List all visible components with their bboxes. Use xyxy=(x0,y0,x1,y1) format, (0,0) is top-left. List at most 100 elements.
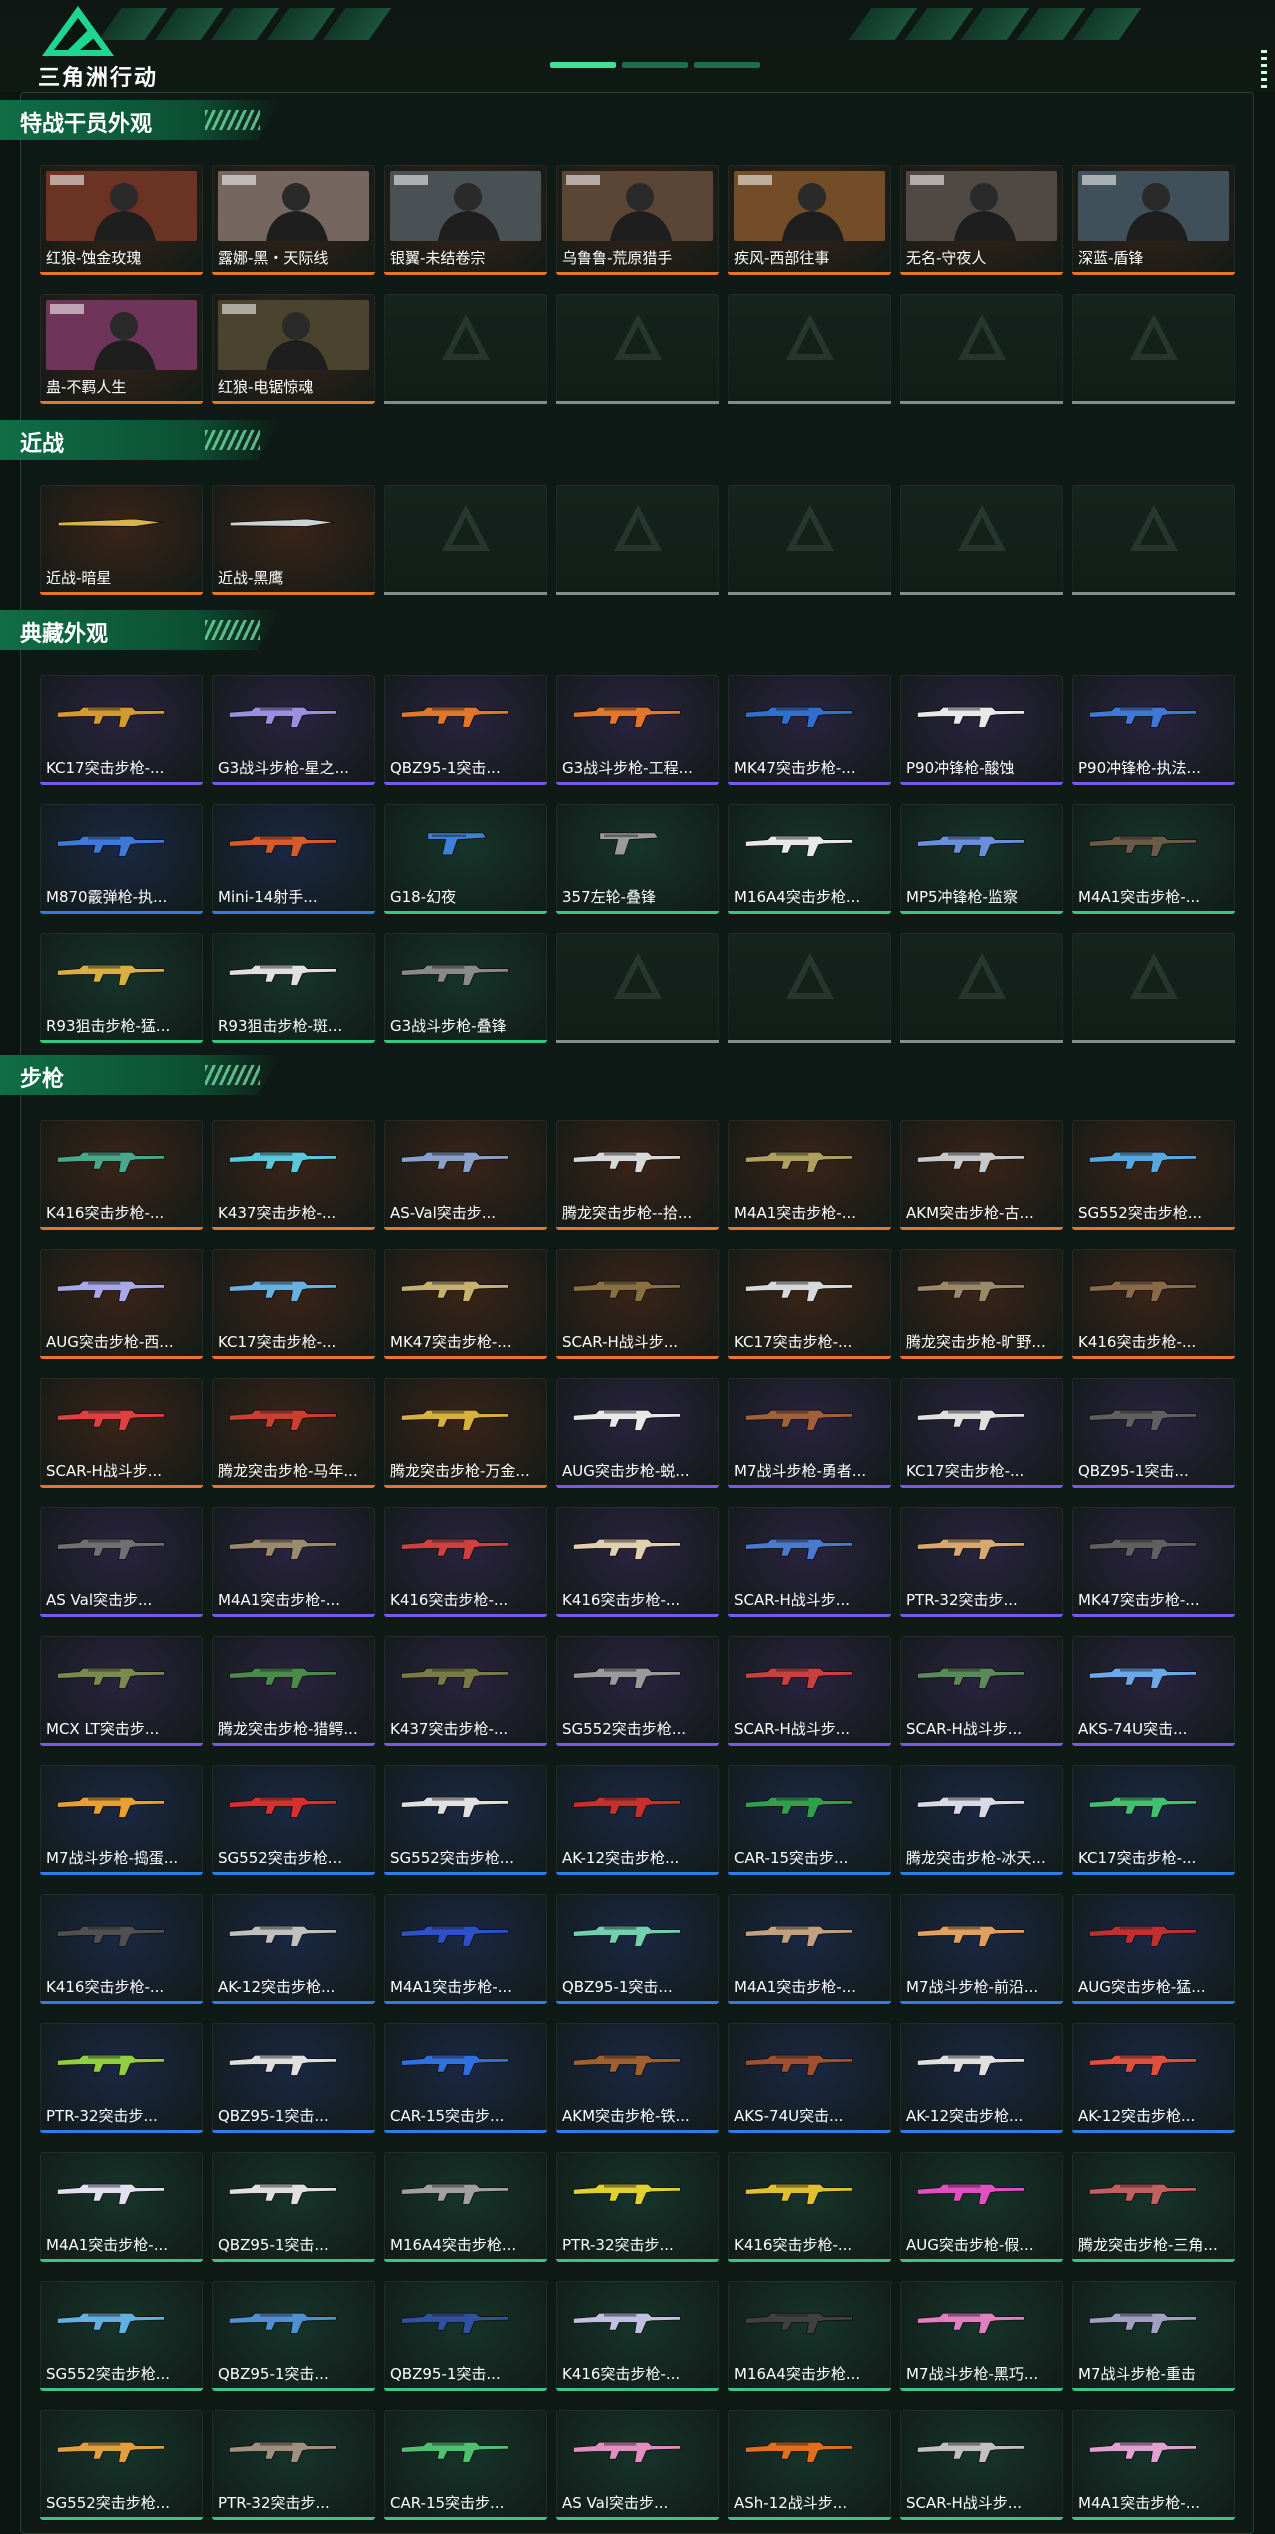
item-card[interactable]: SCAR-H战斗步... xyxy=(900,2410,1063,2520)
item-card[interactable]: 腾龙突击步枪-万金... xyxy=(384,1378,547,1488)
item-card[interactable]: M7战斗步枪-黑巧... xyxy=(900,2281,1063,2391)
item-card[interactable]: SCAR-H战斗步... xyxy=(40,1378,203,1488)
item-card[interactable]: 腾龙突击步枪-旷野... xyxy=(900,1249,1063,1359)
item-card[interactable]: 腾龙突击步枪--拾... xyxy=(556,1120,719,1230)
item-card[interactable]: K416突击步枪-... xyxy=(556,2281,719,2391)
item-card[interactable]: 露娜-黑・天际线 xyxy=(212,165,375,275)
item-card[interactable]: M7战斗步枪-前沿... xyxy=(900,1894,1063,2004)
item-card[interactable]: AS Val突击步... xyxy=(556,2410,719,2520)
item-card[interactable]: KC17突击步枪-... xyxy=(728,1249,891,1359)
item-card[interactable]: M7战斗步枪-重击 xyxy=(1072,2281,1235,2391)
item-card[interactable]: P90冲锋枪-酸蚀 xyxy=(900,675,1063,785)
item-card[interactable]: QBZ95-1突击... xyxy=(212,2281,375,2391)
item-card[interactable]: 红狼-蚀金玫瑰 xyxy=(40,165,203,275)
item-card[interactable]: M4A1突击步枪-... xyxy=(384,1894,547,2004)
item-card[interactable]: SCAR-H战斗步... xyxy=(728,1507,891,1617)
item-card[interactable]: M7战斗步枪-勇者... xyxy=(728,1378,891,1488)
item-card[interactable]: MK47突击步枪-... xyxy=(1072,1507,1235,1617)
item-card[interactable]: K416突击步枪-... xyxy=(40,1120,203,1230)
item-card[interactable]: 腾龙突击步枪-猎鳄... xyxy=(212,1636,375,1746)
item-card[interactable]: M4A1突击步枪-... xyxy=(1072,2410,1235,2520)
item-card[interactable]: QBZ95-1突击... xyxy=(212,2023,375,2133)
item-card[interactable]: MP5冲锋枪-监察 xyxy=(900,804,1063,914)
item-card[interactable]: 腾龙突击步枪-三角... xyxy=(1072,2152,1235,2262)
item-card[interactable]: PTR-32突击步... xyxy=(40,2023,203,2133)
item-card[interactable]: AK-12突击步枪... xyxy=(556,1765,719,1875)
item-card[interactable]: CAR-15突击步... xyxy=(384,2023,547,2133)
item-card[interactable]: K437突击步枪-... xyxy=(384,1636,547,1746)
item-card[interactable]: AS Val突击步... xyxy=(40,1507,203,1617)
item-card[interactable]: SCAR-H战斗步... xyxy=(900,1636,1063,1746)
item-card[interactable]: 银翼-未结卷宗 xyxy=(384,165,547,275)
item-card[interactable]: M4A1突击步枪-... xyxy=(40,2152,203,2262)
item-card[interactable]: 腾龙突击步枪-冰天... xyxy=(900,1765,1063,1875)
item-card[interactable]: M16A4突击步枪... xyxy=(384,2152,547,2262)
item-card[interactable]: P90冲锋枪-执法... xyxy=(1072,675,1235,785)
item-card[interactable]: KC17突击步枪-... xyxy=(40,675,203,785)
item-card[interactable]: 近战-暗星 xyxy=(40,485,203,595)
item-card[interactable]: AKS-74U突击... xyxy=(1072,1636,1235,1746)
item-card[interactable]: MK47突击步枪-... xyxy=(728,675,891,785)
item-card[interactable]: SG552突击步枪... xyxy=(40,2410,203,2520)
item-card[interactable]: K416突击步枪-... xyxy=(40,1894,203,2004)
item-card[interactable]: G3战斗步枪-星之... xyxy=(212,675,375,785)
item-card[interactable]: SG552突击步枪... xyxy=(212,1765,375,1875)
item-card[interactable]: MK47突击步枪-... xyxy=(384,1249,547,1359)
item-card[interactable]: AKM突击步枪-古... xyxy=(900,1120,1063,1230)
dots-icon[interactable] xyxy=(1261,50,1267,92)
item-card[interactable]: QBZ95-1突击... xyxy=(384,2281,547,2391)
item-card[interactable]: K416突击步枪-... xyxy=(1072,1249,1235,1359)
item-card[interactable]: AKM突击步枪-铁... xyxy=(556,2023,719,2133)
item-card[interactable]: M16A4突击步枪... xyxy=(728,804,891,914)
item-card[interactable]: SG552突击步枪... xyxy=(1072,1120,1235,1230)
item-card[interactable]: 红狼-电锯惊魂 xyxy=(212,294,375,404)
item-card[interactable]: AK-12突击步枪... xyxy=(900,2023,1063,2133)
item-card[interactable]: AUG突击步枪-假... xyxy=(900,2152,1063,2262)
item-card[interactable]: AUG突击步枪-猛... xyxy=(1072,1894,1235,2004)
item-card[interactable]: AK-12突击步枪... xyxy=(1072,2023,1235,2133)
item-card[interactable]: QBZ95-1突击... xyxy=(212,2152,375,2262)
item-card[interactable]: MCX LT突击步... xyxy=(40,1636,203,1746)
item-card[interactable]: K416突击步枪-... xyxy=(556,1507,719,1617)
item-card[interactable]: M870霰弹枪-执... xyxy=(40,804,203,914)
item-card[interactable]: 疾风-西部往事 xyxy=(728,165,891,275)
item-card[interactable]: AS-Val突击步... xyxy=(384,1120,547,1230)
item-card[interactable]: QBZ95-1突击... xyxy=(384,675,547,785)
item-card[interactable]: SG552突击步枪... xyxy=(556,1636,719,1746)
item-card[interactable]: 腾龙突击步枪-马年... xyxy=(212,1378,375,1488)
item-card[interactable]: 无名-守夜人 xyxy=(900,165,1063,275)
item-card[interactable]: 357左轮-叠锋 xyxy=(556,804,719,914)
item-card[interactable]: PTR-32突击步... xyxy=(900,1507,1063,1617)
item-card[interactable]: AUG突击步枪-蜕... xyxy=(556,1378,719,1488)
item-card[interactable]: K416突击步枪-... xyxy=(384,1507,547,1617)
item-card[interactable]: CAR-15突击步... xyxy=(728,1765,891,1875)
item-card[interactable]: PTR-32突击步... xyxy=(212,2410,375,2520)
item-card[interactable]: SCAR-H战斗步... xyxy=(556,1249,719,1359)
item-card[interactable]: M4A1突击步枪-... xyxy=(728,1120,891,1230)
item-card[interactable]: QBZ95-1突击... xyxy=(1072,1378,1235,1488)
item-card[interactable]: QBZ95-1突击... xyxy=(556,1894,719,2004)
item-card[interactable]: PTR-32突击步... xyxy=(556,2152,719,2262)
item-card[interactable]: M7战斗步枪-捣蛋... xyxy=(40,1765,203,1875)
item-card[interactable]: Mini-14射手... xyxy=(212,804,375,914)
item-card[interactable]: M16A4突击步枪... xyxy=(728,2281,891,2391)
item-card[interactable]: AUG突击步枪-西... xyxy=(40,1249,203,1359)
item-card[interactable]: K416突击步枪-... xyxy=(728,2152,891,2262)
item-card[interactable]: SG552突击步枪... xyxy=(40,2281,203,2391)
item-card[interactable]: G3战斗步枪-工程... xyxy=(556,675,719,785)
item-card[interactable]: KC17突击步枪-... xyxy=(900,1378,1063,1488)
item-card[interactable]: M4A1突击步枪-... xyxy=(728,1894,891,2004)
item-card[interactable]: KC17突击步枪-... xyxy=(212,1249,375,1359)
item-card[interactable]: 蛊-不羁人生 xyxy=(40,294,203,404)
item-card[interactable]: CAR-15突击步... xyxy=(384,2410,547,2520)
item-card[interactable]: R93狙击步枪-斑... xyxy=(212,933,375,1043)
item-card[interactable]: SG552突击步枪... xyxy=(384,1765,547,1875)
item-card[interactable]: 乌鲁鲁-荒原猎手 xyxy=(556,165,719,275)
item-card[interactable]: G18-幻夜 xyxy=(384,804,547,914)
item-card[interactable]: 近战-黑鹰 xyxy=(212,485,375,595)
item-card[interactable]: AK-12突击步枪... xyxy=(212,1894,375,2004)
item-card[interactable]: SCAR-H战斗步... xyxy=(728,1636,891,1746)
item-card[interactable]: K437突击步枪-... xyxy=(212,1120,375,1230)
item-card[interactable]: KC17突击步枪-... xyxy=(1072,1765,1235,1875)
item-card[interactable]: M4A1突击步枪-... xyxy=(212,1507,375,1617)
